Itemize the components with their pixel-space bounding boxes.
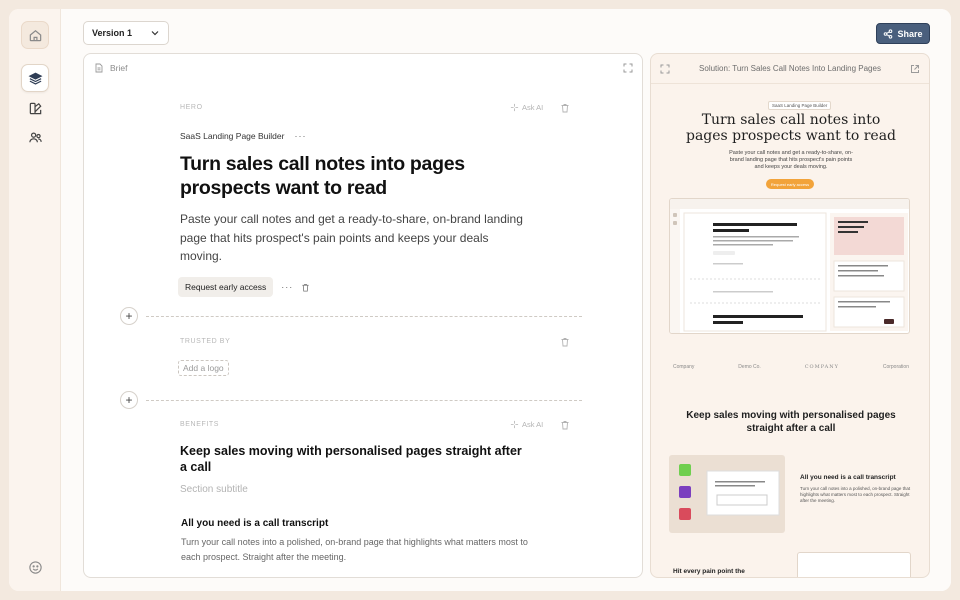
- trash-icon[interactable]: [560, 103, 570, 113]
- hero-title[interactable]: Turn sales call notes into pages prospec…: [180, 152, 510, 200]
- logo-demo-co: Demo Co.: [738, 364, 761, 370]
- preview-benefit-image: [669, 455, 785, 533]
- hero-eyebrow-text: SaaS Landing Page Builder: [180, 131, 285, 141]
- preview-next-image: [797, 552, 911, 577]
- preview-tag: SaaS Landing Page Builder: [768, 101, 832, 110]
- preview-card-text: Turn your call notes into a polished, on…: [800, 486, 911, 503]
- preview-logo-row: Company Demo Co. COMPANY Corporation: [673, 364, 909, 370]
- benefit-item-text[interactable]: Turn your call notes into a polished, on…: [181, 535, 541, 565]
- request-access-button[interactable]: Request early access: [178, 277, 274, 297]
- preview-hero-title: Turn sales call notes into pages prospec…: [685, 112, 897, 144]
- share-icon: [884, 28, 893, 39]
- benefits-subtitle-input[interactable]: Section subtitle: [180, 484, 248, 495]
- benefits-trash-icon[interactable]: [560, 420, 570, 430]
- layers-icon: [28, 72, 42, 85]
- cta-trash-icon[interactable]: [301, 283, 310, 292]
- sidebar-item-profile[interactable]: [21, 553, 49, 581]
- hero-section-label: HERO: [180, 104, 203, 111]
- expand-icon[interactable]: [623, 63, 633, 73]
- preview-cta-button: Request early access: [766, 179, 814, 189]
- benefits-ask-ai-button[interactable]: Ask AI: [510, 420, 543, 429]
- section-divider: [146, 315, 582, 317]
- document-icon: [95, 63, 103, 73]
- version-label: Version 1: [92, 28, 133, 38]
- benefits-section-label: BENEFITS: [180, 421, 220, 428]
- chevron-down-icon: [151, 31, 159, 36]
- sidebar-item-brand[interactable]: [21, 94, 49, 122]
- section-divider: [146, 399, 582, 401]
- benefit-illustration: [679, 464, 780, 520]
- sparkle-icon: [510, 420, 519, 429]
- cta-more-options-icon[interactable]: ···: [281, 282, 293, 292]
- palette-icon: [29, 102, 41, 114]
- add-section-button[interactable]: +: [120, 307, 138, 325]
- users-icon: [28, 131, 42, 142]
- benefit-item-title[interactable]: All you need is a call transcript: [181, 518, 328, 529]
- add-logo-button[interactable]: Add a logo: [178, 360, 229, 376]
- preview-header: Solution: Turn Sales Call Notes Into Lan…: [651, 54, 929, 84]
- hero-ask-ai-label: Ask AI: [522, 103, 544, 112]
- benefits-title[interactable]: Keep sales moving with personalised page…: [180, 443, 525, 475]
- external-link-icon[interactable]: [910, 64, 920, 74]
- version-select[interactable]: Version 1: [83, 21, 169, 45]
- preview-section-title: Keep sales moving with personalised page…: [686, 410, 896, 434]
- preview-next-title: Hit every pain point the: [673, 568, 745, 575]
- logo-company-serif: COMPANY: [804, 364, 839, 370]
- hero-ask-ai-button[interactable]: Ask AI: [510, 103, 543, 112]
- sidebar-rail: [9, 9, 61, 591]
- sidebar-item-layers[interactable]: [21, 64, 49, 92]
- hero-eyebrow: SaaS Landing Page Builder ···: [180, 131, 306, 141]
- add-section-button[interactable]: +: [120, 391, 138, 409]
- brief-editor: Brief HERO Ask AI SaaS Landing Page Buil…: [83, 53, 643, 578]
- smiley-icon: [28, 560, 42, 574]
- trusted-trash-icon[interactable]: [560, 337, 570, 347]
- share-button[interactable]: Share: [876, 23, 930, 44]
- trusted-section-label: TRUSTED BY: [180, 338, 231, 345]
- logo-company: Company: [673, 364, 695, 370]
- product-screenshot-illustration: [670, 199, 909, 333]
- hero-subtitle[interactable]: Paste your call notes and get a ready-to…: [180, 210, 530, 266]
- hero-cta-row: Request early access ···: [178, 277, 310, 297]
- app-window: Version 1 Share Brief HERO Ask AI SaaS L…: [9, 9, 951, 591]
- share-label: Share: [897, 28, 923, 39]
- benefits-ask-ai-label: Ask AI: [522, 420, 544, 429]
- home-icon: [29, 29, 41, 41]
- preview-hero-sub: Paste your call notes and get a ready-to…: [729, 150, 853, 170]
- editor-header: Brief: [94, 63, 127, 73]
- main-area: Version 1 Share Brief HERO Ask AI SaaS L…: [61, 9, 951, 591]
- logo-corporation: Corporation: [882, 364, 909, 370]
- sidebar-item-home[interactable]: [21, 21, 49, 49]
- more-options-icon[interactable]: ···: [294, 131, 306, 141]
- sparkle-icon: [510, 103, 519, 112]
- add-section-row: +: [120, 307, 582, 325]
- preview-product-screenshot: [669, 198, 910, 334]
- preview-title: Solution: Turn Sales Call Notes Into Lan…: [699, 64, 881, 73]
- preview-panel: Solution: Turn Sales Call Notes Into Lan…: [650, 53, 930, 578]
- add-section-row: +: [120, 391, 582, 409]
- sidebar-item-team[interactable]: [21, 123, 49, 151]
- preview-card-title: All you need is a call transcript: [800, 474, 896, 481]
- editor-header-label: Brief: [110, 63, 128, 73]
